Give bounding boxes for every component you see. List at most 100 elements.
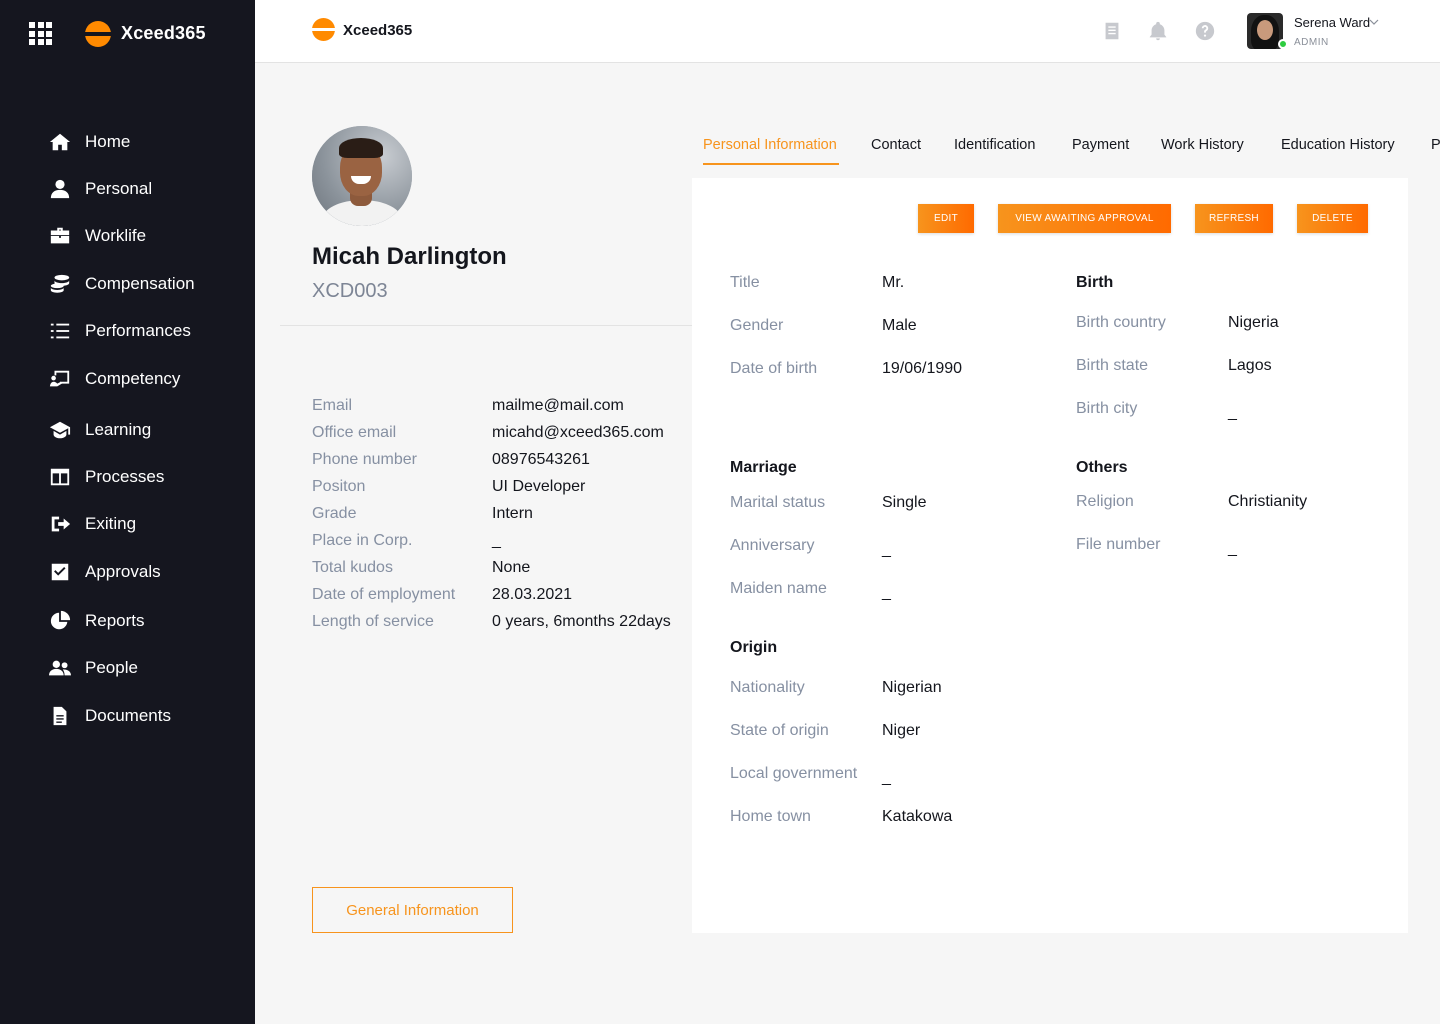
view-awaiting-approval-button[interactable]: VIEW AWAITING APPROVAL	[998, 204, 1171, 233]
detail-label: Office email	[312, 424, 397, 441]
field-label-gender: Gender	[730, 317, 784, 334]
field-label-marital-status: Marital status	[730, 494, 826, 511]
divider	[280, 325, 692, 326]
profile-employee-id: XCD003	[312, 280, 388, 302]
online-status-indicator	[1278, 39, 1288, 49]
field-value-nationality: Nigerian	[882, 679, 942, 696]
main-content: Micah Darlington XCD003 Email mailme@mai…	[255, 63, 1440, 1024]
coins-icon	[50, 274, 70, 293]
field-value-local-government: _	[882, 769, 891, 786]
sidebar-item-performances[interactable]: Performances	[49, 317, 191, 345]
top-bar: Xceed365 Serena Ward ADMIN	[255, 0, 1440, 63]
detail-label: Place in Corp.	[312, 532, 413, 549]
detail-value: 0 years, 6months 22days	[492, 613, 671, 630]
users-icon	[49, 660, 71, 676]
sidebar-item-personal[interactable]: Personal	[49, 175, 152, 203]
graduation-cap-icon	[49, 421, 71, 439]
topbar-brand-name: Xceed365	[343, 22, 413, 39]
field-value-marital-status: Single	[882, 494, 927, 511]
sidebar-item-compensation[interactable]: Compensation	[49, 270, 195, 298]
field-value-title: Mr.	[882, 274, 905, 291]
field-value-state-of-origin: Niger	[882, 722, 921, 739]
list-icon	[50, 323, 70, 339]
sidebar-item-label: Compensation	[85, 274, 195, 293]
field-label-birth-country: Birth country	[1076, 314, 1166, 331]
sidebar-item-label: Home	[85, 132, 131, 151]
user-role: ADMIN	[1294, 37, 1329, 48]
tab-personal-information[interactable]: Personal Information	[703, 137, 837, 153]
sidebar-item-label: Documents	[85, 706, 171, 725]
brand-logo-icon	[85, 21, 111, 47]
tab-education-history[interactable]: Education History	[1281, 137, 1395, 153]
field-label-nationality: Nationality	[730, 679, 805, 696]
tab-work-history[interactable]: Work History	[1161, 137, 1244, 153]
app-grid-icon[interactable]	[29, 22, 52, 45]
field-label-maiden-name: Maiden name	[730, 580, 827, 597]
field-label-state-of-origin: State of origin	[730, 722, 829, 739]
pie-chart-icon	[50, 610, 71, 630]
field-label-file-number: File number	[1076, 536, 1161, 553]
bell-icon[interactable]	[1147, 20, 1169, 42]
field-value-anniversary: _	[882, 541, 891, 558]
sidebar-item-label: Worklife	[85, 226, 147, 245]
columns-icon	[50, 468, 70, 486]
user-name[interactable]: Serena Ward	[1294, 15, 1370, 30]
field-label-birth-state: Birth state	[1076, 357, 1149, 374]
sidebar-item-people[interactable]: People	[49, 654, 138, 682]
sidebar-header: Xceed365	[0, 0, 255, 68]
sidebar-item-label: Exiting	[85, 514, 137, 533]
sidebar-item-documents[interactable]: Documents	[49, 702, 171, 730]
field-value-birth-country: Nigeria	[1228, 314, 1279, 331]
detail-value: UI Developer	[492, 478, 586, 495]
personal-information-card: EDIT VIEW AWAITING APPROVAL REFRESH DELE…	[692, 178, 1408, 933]
sidebar-item-worklife[interactable]: Worklife	[49, 222, 146, 250]
field-value-gender: Male	[882, 317, 917, 334]
field-label-birth-city: Birth city	[1076, 400, 1138, 417]
sidebar-item-processes[interactable]: Processes	[49, 463, 164, 491]
refresh-button[interactable]: REFRESH	[1195, 204, 1273, 233]
detail-label: Date of employment	[312, 586, 456, 603]
document-icon	[53, 706, 67, 726]
sidebar-brand-name: Xceed365	[121, 23, 206, 43]
notes-icon[interactable]	[1101, 20, 1123, 42]
home-icon	[49, 133, 71, 151]
detail-value: _	[492, 532, 501, 549]
detail-value: Intern	[492, 505, 533, 522]
sidebar-item-approvals[interactable]: Approvals	[49, 558, 161, 586]
field-value-home-town: Katakowa	[882, 808, 953, 825]
sign-out-icon	[51, 516, 71, 532]
field-value-birth-city: _	[1228, 404, 1237, 421]
field-label-title: Title	[730, 274, 760, 291]
field-value-birth-state: Lagos	[1228, 357, 1272, 374]
field-value-date-of-birth: 19/06/1990	[882, 360, 963, 377]
detail-value: micahd@xceed365.com	[492, 424, 664, 441]
sidebar-item-label: Reports	[85, 611, 145, 630]
sidebar-item-learning[interactable]: Learning	[49, 416, 151, 444]
detail-value: None	[492, 559, 531, 576]
edit-button[interactable]: EDIT	[918, 204, 974, 233]
sidebar-item-competency[interactable]: Competency	[49, 365, 180, 393]
detail-label: Length of service	[312, 613, 434, 630]
section-heading-marriage: Marriage	[730, 459, 797, 476]
tab-contact[interactable]: Contact	[871, 137, 921, 153]
delete-button[interactable]: DELETE	[1297, 204, 1368, 233]
sidebar-item-exiting[interactable]: Exiting	[49, 510, 136, 538]
chevron-down-icon[interactable]	[1369, 17, 1379, 27]
tab-payment[interactable]: Payment	[1072, 137, 1129, 153]
field-label-anniversary: Anniversary	[730, 537, 815, 554]
section-heading-birth: Birth	[1076, 274, 1114, 291]
sidebar-item-reports[interactable]: Reports	[49, 607, 145, 635]
detail-label: Email	[312, 397, 353, 414]
section-heading-origin: Origin	[730, 639, 778, 656]
help-icon[interactable]	[1194, 20, 1216, 42]
sidebar-item-label: Personal	[85, 179, 153, 198]
presentation-icon	[49, 370, 70, 388]
general-information-button[interactable]: General Information	[312, 887, 513, 933]
field-label-date-of-birth: Date of birth	[730, 360, 818, 377]
detail-label: Total kudos	[312, 559, 393, 576]
detail-value: 28.03.2021	[492, 586, 573, 603]
tab-identification[interactable]: Identification	[954, 137, 1035, 153]
field-value-maiden-name: _	[882, 584, 891, 601]
sidebar-item-home[interactable]: Home	[49, 128, 130, 156]
tab-overflow[interactable]: P	[1431, 137, 1440, 153]
